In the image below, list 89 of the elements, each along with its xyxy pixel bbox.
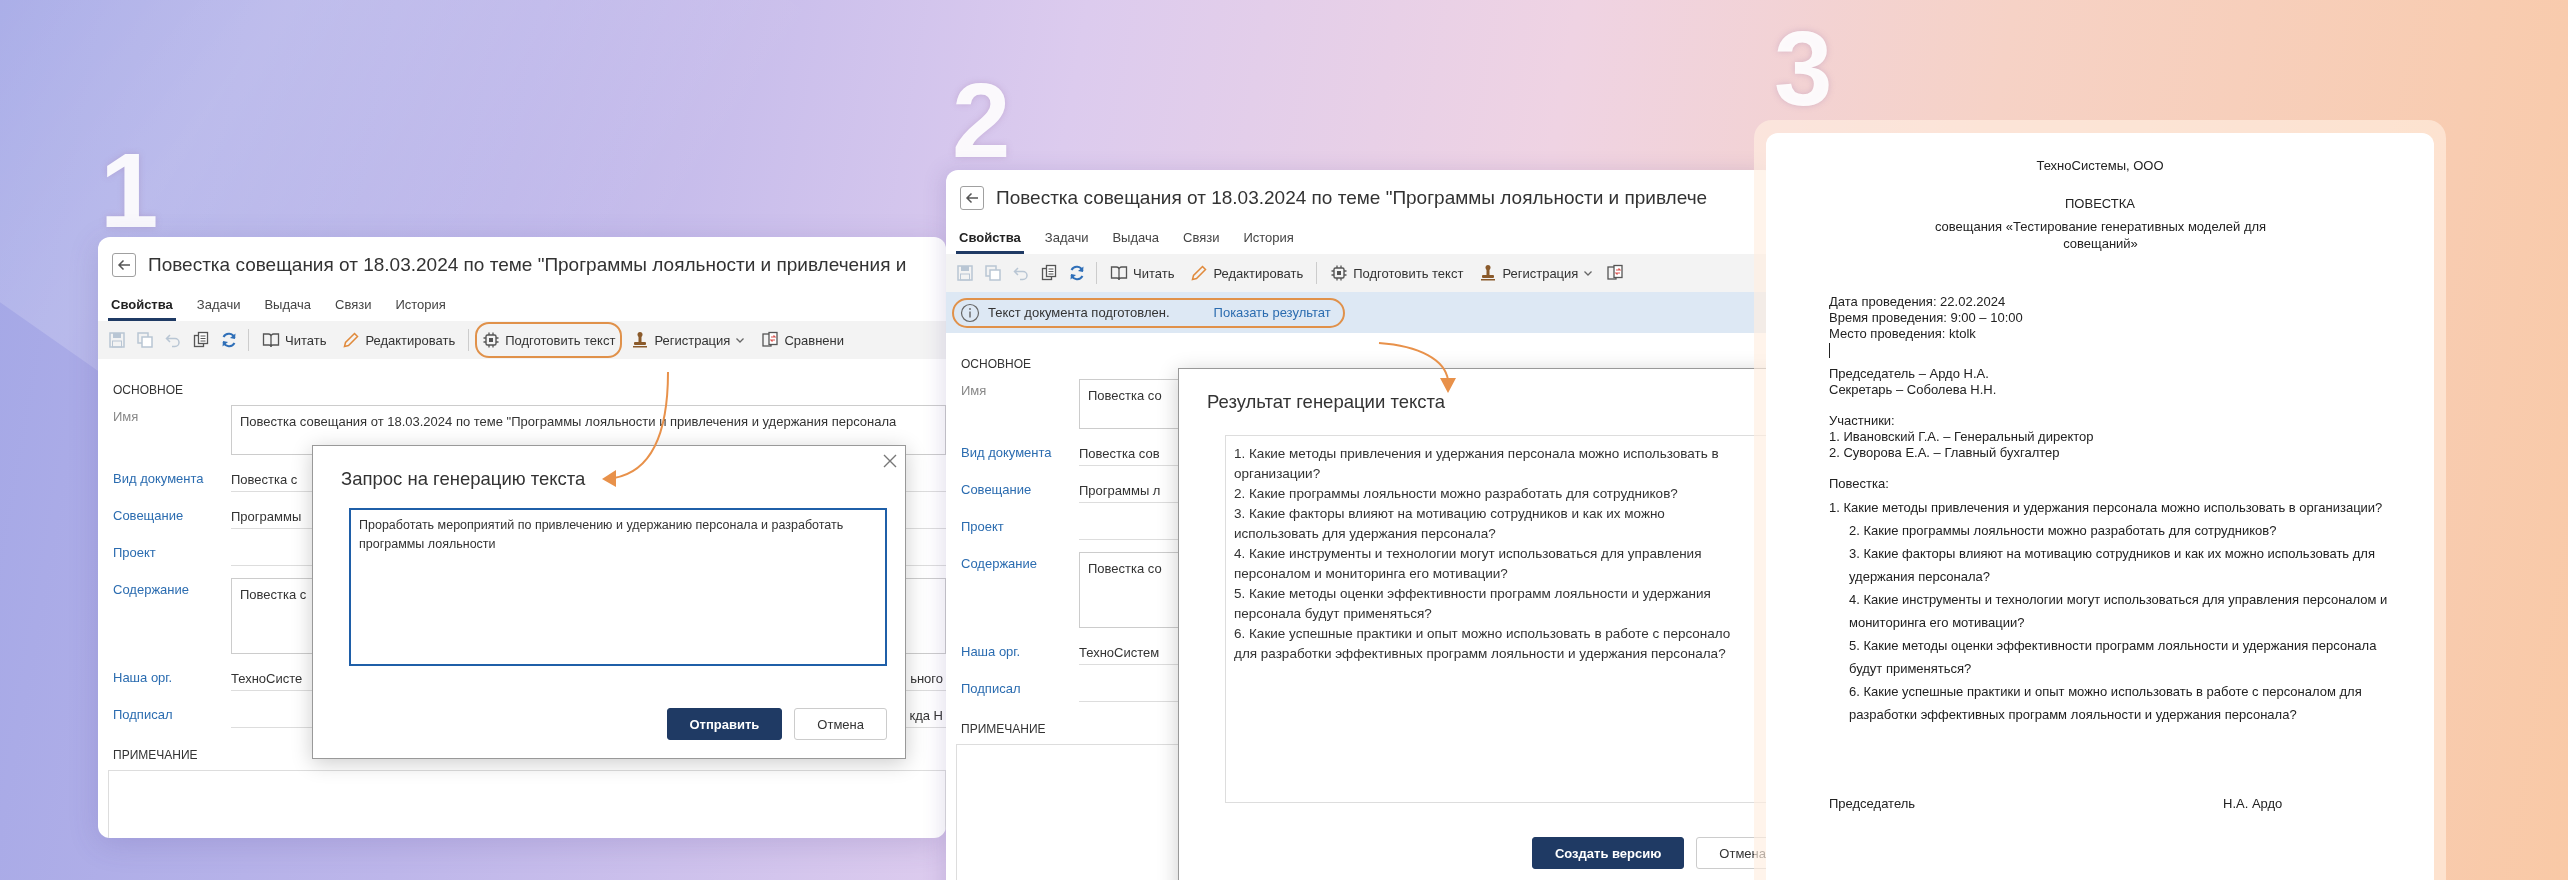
window-title: Повестка совещания от 18.03.2024 по теме "Программы лояльности и привлече (996, 187, 1708, 209)
field-label[interactable]: Наша орг. (113, 666, 173, 691)
detail-line: Место проведения: ktolk (1829, 326, 1976, 342)
field-label[interactable]: Вид документа (113, 467, 204, 492)
toolbar-button[interactable]: Подготовить текст (475, 322, 623, 358)
field-label[interactable]: Проект (961, 515, 1004, 540)
stamp-icon (631, 331, 650, 349)
info-message: Текст документа подготовлен. (988, 305, 1170, 320)
refresh-icon[interactable] (1068, 264, 1086, 282)
field-label: Имя (961, 382, 987, 400)
agenda-item: 4. Какие инструменты и технологии могут использоваться для управления персоналом и мониторинга его мотивации? (1849, 591, 2389, 632)
tab[interactable]: Выдача (1109, 224, 1162, 254)
agenda-item: 5. Какие методы оценки эффективности программ лояльности и удержания персонала будут применяться? (1849, 637, 2378, 678)
copy-icon[interactable] (192, 331, 210, 349)
signature-role: Председатель (1829, 796, 1917, 811)
field-label[interactable]: Наша орг. (961, 640, 1021, 665)
participant-line: 1. Ивановский Г.А. – Генеральный директор (1829, 429, 2094, 445)
agenda-item: 1. Какие методы привлечения и удержания персонала можно использовать в организации? (1829, 499, 2384, 517)
step-number: 1 (100, 138, 159, 243)
section-title: ОСНОВНОЕ (113, 383, 183, 397)
caret-icon (735, 335, 746, 345)
request-field[interactable]: Проработать мероприятий по привлечению и удержанию персонала и разработать программы лояльности (349, 508, 887, 666)
pencil-icon (1190, 264, 1209, 282)
tab[interactable]: Задачи (1041, 224, 1092, 254)
field-label[interactable]: Совещание (961, 478, 1032, 503)
pencil-icon (342, 331, 361, 349)
field-label[interactable]: Вид документа (961, 441, 1052, 466)
tab[interactable]: Выдача (261, 291, 314, 321)
tab[interactable]: История (1240, 224, 1297, 254)
back-button[interactable] (112, 253, 136, 277)
back-icon (965, 192, 979, 204)
chip-icon (482, 331, 501, 349)
stamp-icon (1479, 264, 1498, 282)
toolbar-button[interactable]: Читать (1103, 255, 1182, 291)
role-line: Председатель – Ардо Н.А. (1829, 366, 1989, 382)
field-label[interactable]: Содержание (113, 578, 189, 654)
close-icon[interactable] (883, 454, 897, 468)
compare-icon (761, 331, 780, 349)
detail-line: Время проведения: 9:00 – 10:00 (1829, 310, 2023, 326)
tab[interactable]: Задачи (193, 291, 244, 321)
submit-button[interactable]: Отправить (666, 708, 783, 740)
field-label[interactable]: Совещание (113, 504, 184, 529)
text-cursor (1829, 343, 1830, 358)
company-name: ТехноСистемы, ООО (2035, 158, 2165, 174)
copy-icon[interactable] (1040, 264, 1058, 282)
participants-title: Участники: (1829, 413, 1895, 429)
role-line: Секретарь – Соболева Н.Н. (1829, 382, 1997, 398)
toolbar-button[interactable]: Регистрация (1472, 255, 1601, 291)
dialog-title: Запрос на генерацию текста (340, 467, 587, 490)
toolbar-button[interactable]: Подготовить текст (1323, 255, 1471, 291)
book-icon (1110, 264, 1128, 282)
field-label[interactable]: Содержание (961, 552, 1037, 628)
field-label: Имя (113, 408, 139, 426)
tab[interactable]: Связи (332, 291, 375, 321)
toolbar-button[interactable]: Читать (255, 322, 334, 358)
agenda-item: 3. Какие факторы влияют на мотивацию сотрудников и как их можно использовать для удержания персонала? (1849, 545, 2376, 586)
submit-button[interactable]: Создать версию (1531, 837, 1685, 869)
toolbar-button[interactable]: Редактировать (1183, 255, 1311, 291)
window-title: Повестка совещания от 18.03.2024 по теме "Программы лояльности и привлечения и (148, 254, 907, 276)
toolbar-button[interactable]: Редактировать (335, 322, 463, 358)
section-title: ПРИМЕЧАНИЕ (113, 748, 198, 762)
section-title: ПРИМЕЧАНИЕ (961, 722, 1046, 736)
dialog-title: Результат генерации текста (1206, 390, 1447, 413)
field-label[interactable]: Подписал (113, 703, 173, 728)
info-icon (960, 302, 980, 323)
agenda-item: 6. Какие успешные практики и опыт можно использовать в работе с персоналом для разработки эффективных программ лояльности и удержания персонала? (1849, 683, 2363, 724)
signature-name: Н.А. Ардо (2223, 796, 2283, 811)
agenda-title: Повестка: (1829, 476, 1889, 492)
compare-icon[interactable] (1606, 264, 1625, 282)
detail-line: Дата проведения: 22.02.2024 (1829, 294, 2006, 310)
chip-icon (1330, 264, 1349, 282)
agenda-item: 2. Какие программы лояльности можно разработать для сотрудников? (1849, 522, 2278, 540)
toolbar-button[interactable]: Сравнени (754, 322, 851, 358)
field-label[interactable]: Проект (113, 541, 156, 566)
document-subheading: совещания «Тестирование генеративных моделей для совещаний» (1933, 218, 2268, 252)
document-heading: ПОВЕСТКА (2064, 196, 2136, 212)
refresh-icon[interactable] (220, 331, 238, 349)
toolbar-button[interactable]: Регистрация (624, 322, 753, 358)
book-icon (262, 331, 280, 349)
field-label[interactable]: Подписал (961, 677, 1021, 702)
participant-line: 2. Суворова Е.А. – Главный бухгалтер (1829, 445, 2060, 461)
tab[interactable]: История (392, 291, 449, 321)
section-title: ОСНОВНОЕ (961, 357, 1031, 371)
tab[interactable]: Связи (1180, 224, 1223, 254)
back-button[interactable] (960, 186, 984, 210)
back-icon (117, 259, 131, 271)
caret-icon (1583, 268, 1594, 278)
cancel-button[interactable]: Отмена (794, 708, 887, 740)
show-result-link[interactable]: Показать результат (1213, 305, 1331, 320)
